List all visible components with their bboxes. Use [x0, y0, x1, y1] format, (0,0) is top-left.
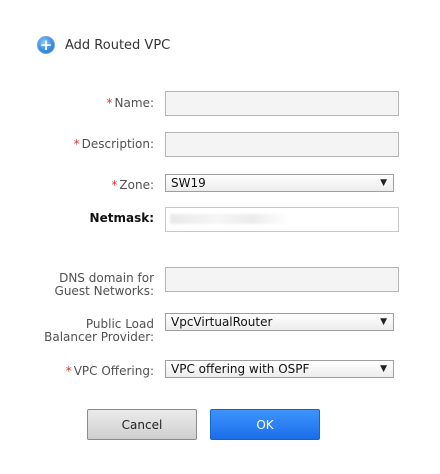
dns-domain-label-line2: Guest Networks: [54, 284, 154, 298]
dns-domain-input[interactable] [165, 267, 399, 292]
name-label: * Name: [107, 97, 154, 110]
vpc-offering-selected-value: VPC offering with OSPF [171, 362, 310, 376]
vpc-offering-label: * VPC Offering: [66, 365, 154, 378]
dialog-title-row: + Add Routed VPC [37, 35, 170, 55]
ok-button[interactable]: OK [210, 409, 320, 440]
chevron-down-icon: ▼ [380, 364, 387, 374]
zone-label-text: Zone: [119, 178, 154, 192]
required-marker: * [111, 178, 118, 192]
netmask-redaction [170, 214, 288, 224]
description-label-text: Description: [81, 137, 154, 151]
dialog-title: Add Routed VPC [65, 37, 171, 53]
name-input[interactable] [165, 91, 399, 116]
vpc-offering-select[interactable]: VPC offering with OSPF ▼ [165, 360, 394, 378]
name-label-text: Name: [114, 96, 154, 110]
vpc-offering-label-text: VPC Offering: [73, 364, 154, 378]
public-lb-selected-value: VpcVirtualRouter [171, 315, 273, 329]
description-input[interactable] [165, 132, 399, 157]
chevron-down-icon: ▼ [380, 317, 387, 327]
required-marker: * [73, 137, 80, 151]
cancel-button[interactable]: Cancel [87, 409, 197, 440]
public-lb-label: Public Load Balancer Provider: [44, 318, 154, 344]
dns-domain-label: DNS domain for Guest Networks: [55, 272, 154, 298]
zone-selected-value: SW19 [171, 176, 206, 190]
public-lb-label-line2: Balancer Provider: [44, 330, 154, 344]
zone-label: * Zone: [111, 179, 154, 192]
plus-circle-icon: + [37, 36, 55, 54]
netmask-label: Netmask: [89, 211, 154, 225]
description-label: * Description: [74, 138, 154, 151]
required-marker: * [65, 364, 72, 378]
zone-select[interactable]: SW19 ▼ [165, 174, 394, 192]
public-lb-select[interactable]: VpcVirtualRouter ▼ [165, 313, 394, 331]
required-marker: * [106, 96, 113, 110]
chevron-down-icon: ▼ [380, 178, 387, 188]
